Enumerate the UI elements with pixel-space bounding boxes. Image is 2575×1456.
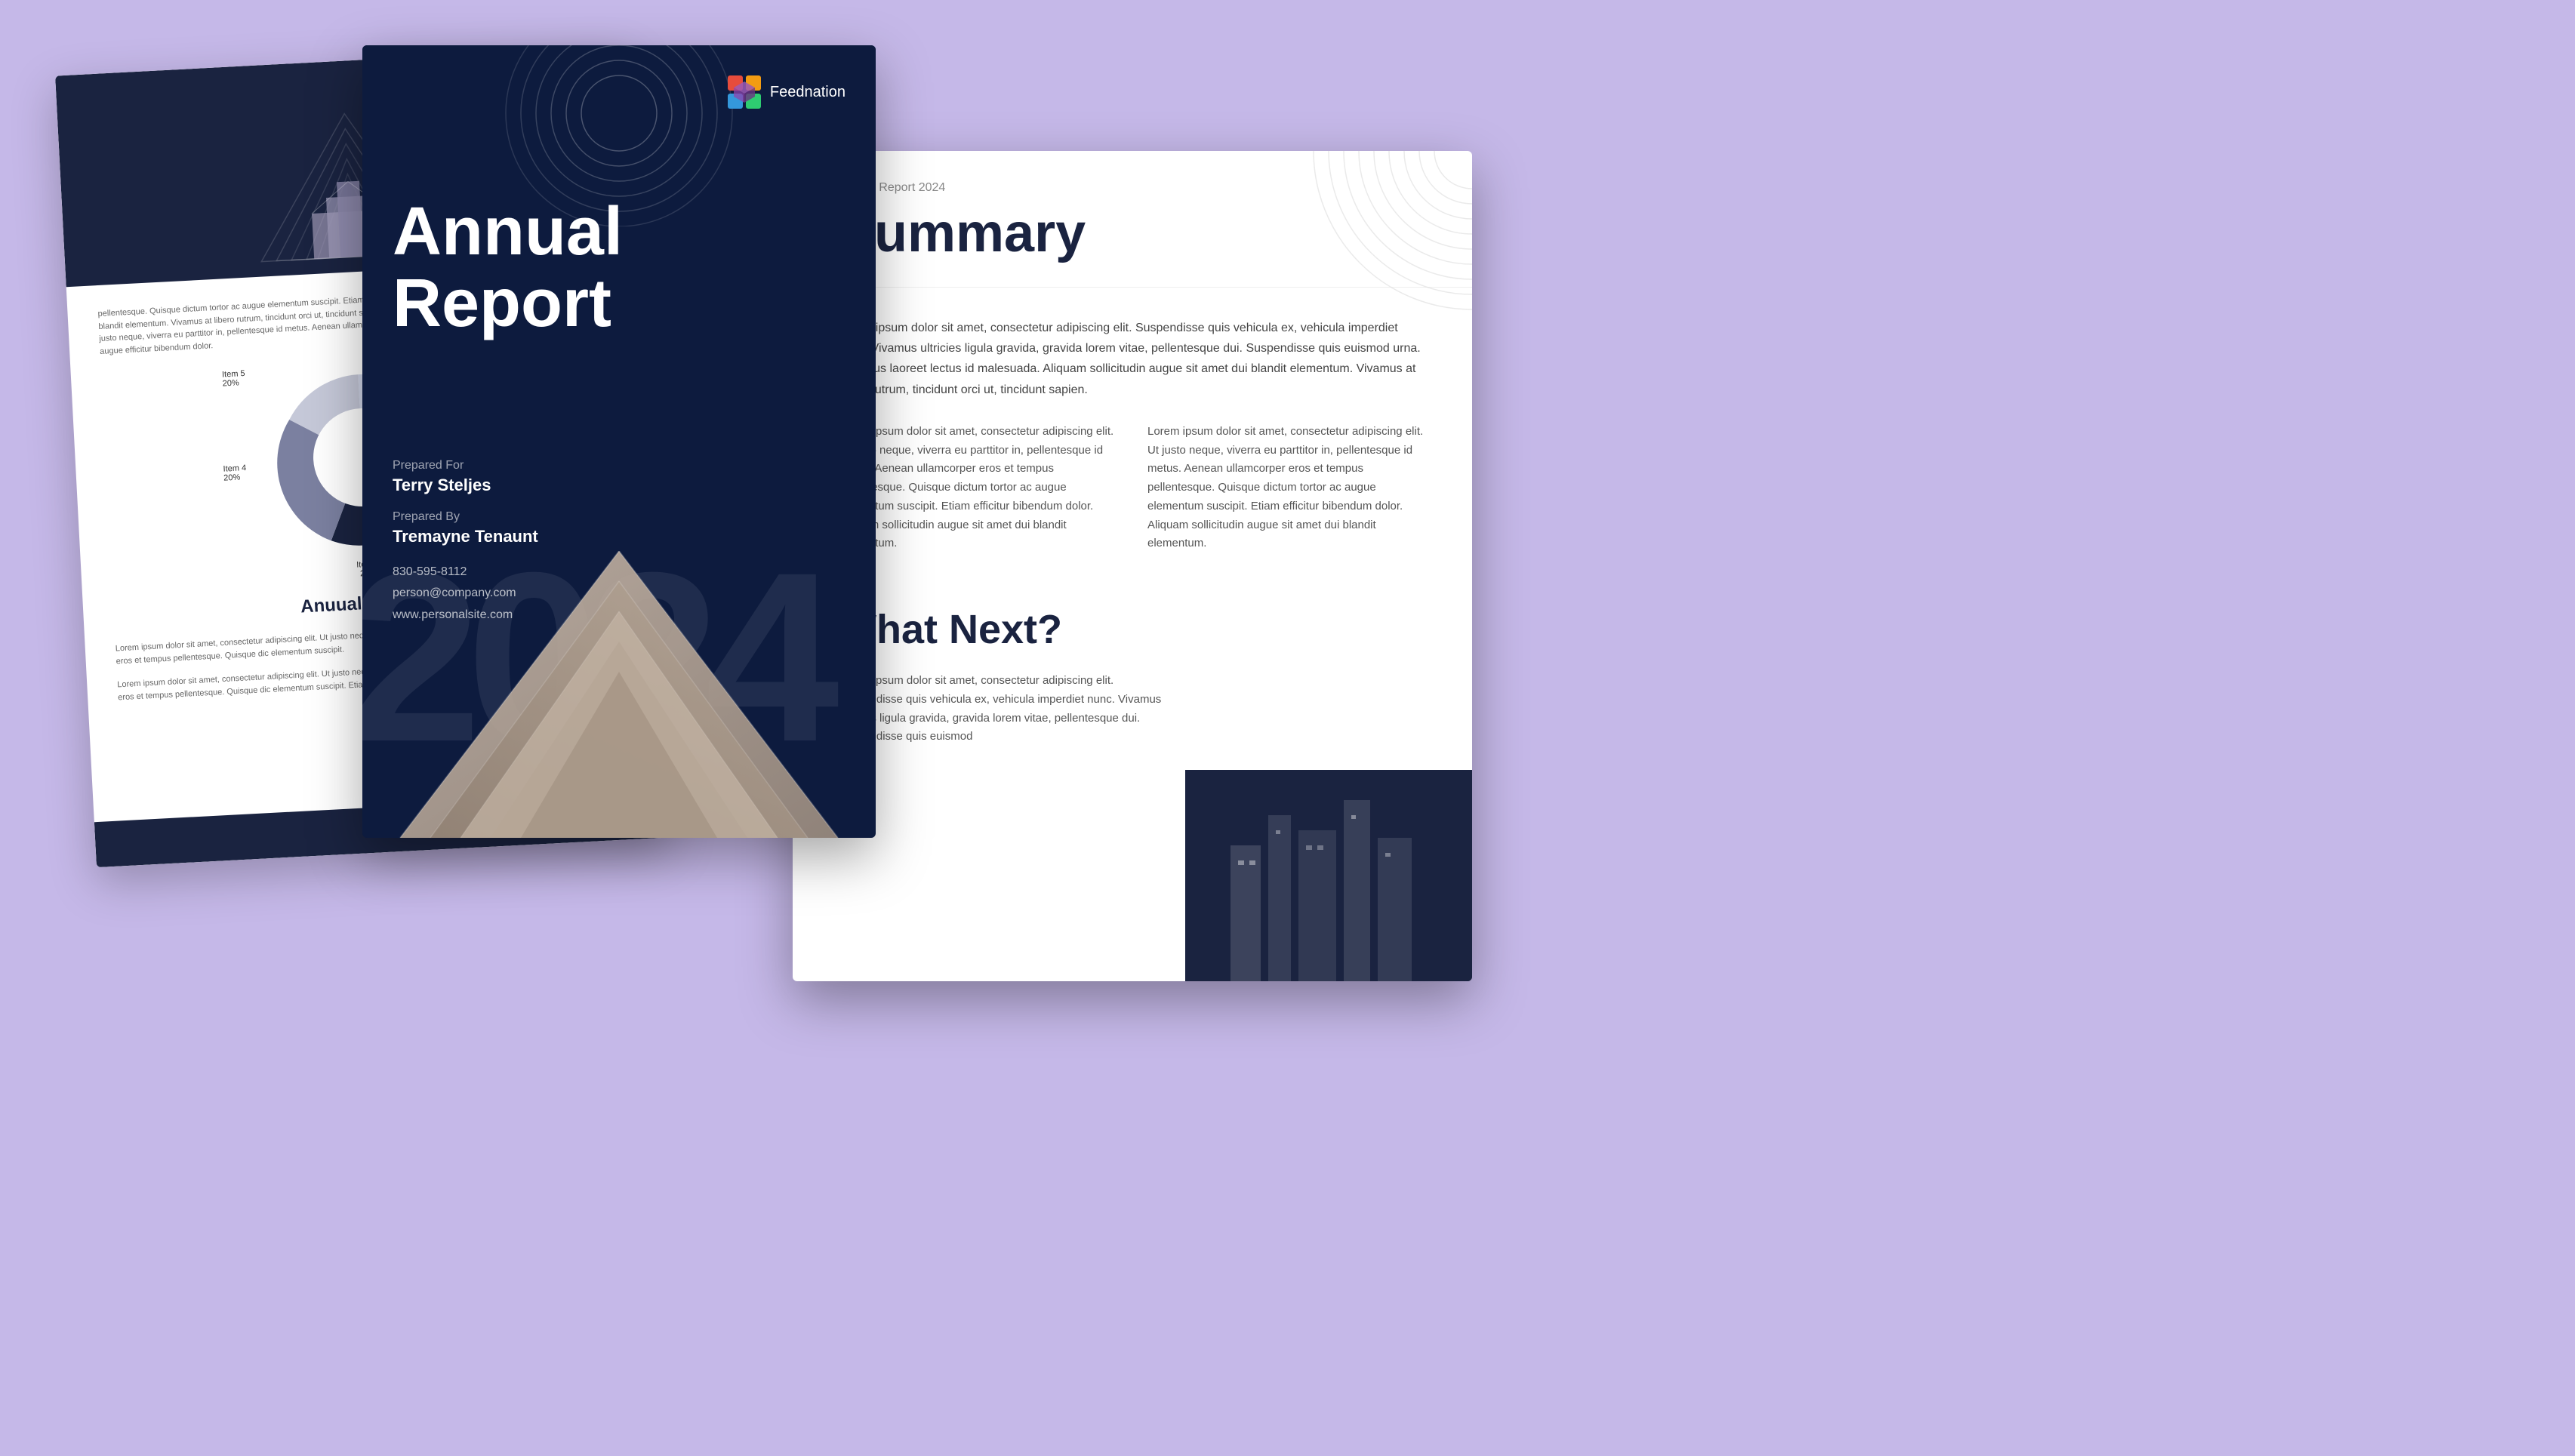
what-next-title: What Next? (838, 606, 1427, 653)
what-next-text: Lorem ipsum dolor sit amet, consectetur … (838, 672, 1162, 746)
prepared-for-name: Terry Steljes (393, 476, 845, 495)
building-bottom (362, 551, 876, 838)
dark-box (1185, 770, 1472, 981)
what-next-section: What Next? Lorem ipsum dolor sit amet, c… (793, 606, 1472, 746)
item5-label: Item 520% (222, 369, 246, 389)
logo-area: Feednation (728, 75, 845, 109)
title-area: Annual Report (393, 196, 845, 339)
building-dark-svg (1185, 770, 1472, 981)
right-card-body: Lorem ipsum dolor sit amet, consectetur … (793, 288, 1472, 606)
two-column-section: Lorem ipsum dolor sit amet, consectetur … (838, 423, 1427, 553)
prepared-for-label: Prepared For (393, 459, 845, 473)
summary-intro: Lorem ipsum dolor sit amet, consectetur … (838, 318, 1427, 400)
building-svg (362, 551, 876, 838)
item4-label: Item 420% (223, 463, 247, 483)
middle-card: Feednation Annual Report Prepared For Te… (362, 45, 876, 838)
logo-icon (728, 75, 761, 109)
logo-name: Feednation (770, 84, 845, 101)
col2-text: Lorem ipsum dolor sit amet, consectetur … (1147, 423, 1427, 553)
right-card: Annual Report 2024 Summary Lorem ipsum d… (793, 151, 1472, 981)
right-circles-decoration (1306, 151, 1472, 317)
col1-text: Lorem ipsum dolor sit amet, consectetur … (838, 423, 1117, 553)
report-title: Annual Report (393, 196, 845, 339)
